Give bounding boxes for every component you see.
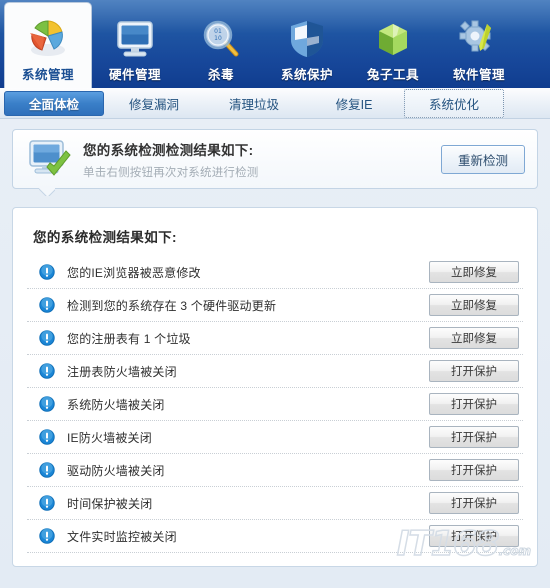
result-row-action-label: 打开保护 xyxy=(451,366,497,378)
result-row: 您的注册表有 1 个垃圾 立即修复 xyxy=(27,322,523,355)
result-row-action-button[interactable]: 立即修复 xyxy=(429,261,519,283)
alert-circle-icon xyxy=(39,330,55,346)
result-row-action-label: 立即修复 xyxy=(451,333,497,345)
alert-circle-icon xyxy=(39,396,55,412)
result-row-action-button[interactable]: 打开保护 xyxy=(429,525,519,547)
result-row-label: 系统防火墙被关闭 xyxy=(67,397,165,412)
status-panel: 您的系统检测检测结果如下: 单击右侧按钮再次对系统进行检测 重新检测 xyxy=(12,129,538,189)
result-row: 检测到您的系统存在 3 个硬件驱动更新 立即修复 xyxy=(27,289,523,322)
alert-circle-icon xyxy=(39,264,55,280)
result-row-action-button[interactable]: 打开保护 xyxy=(429,459,519,481)
tab-label: 系统优化 xyxy=(428,97,479,112)
magnifier-virus-icon: 01 10 xyxy=(194,14,248,60)
alert-circle-icon xyxy=(39,429,55,445)
result-row-label: IE防火墙被关闭 xyxy=(67,430,152,445)
toolbar-item-hardware-management[interactable]: 硬件管理 xyxy=(92,2,178,88)
pie-chart-icon xyxy=(21,14,75,60)
svg-text:10: 10 xyxy=(214,35,222,42)
result-row: IE防火墙被关闭 打开保护 xyxy=(27,421,523,454)
result-row-action-button[interactable]: 立即修复 xyxy=(429,294,519,316)
status-text-block: 您的系统检测检测结果如下: 单击右侧按钮再次对系统进行检测 xyxy=(73,139,441,180)
gear-wrench-icon xyxy=(452,14,506,60)
tab-label: 修复IE xyxy=(335,97,373,112)
toolbar-item-label: 杀毒 xyxy=(207,68,234,82)
toolbar-item-label: 软件管理 xyxy=(452,68,505,82)
status-subtitle: 单击右侧按钮再次对系统进行检测 xyxy=(83,166,259,179)
toolbar-item-system-protection[interactable]: 系统保护 xyxy=(264,2,350,88)
monitor-icon xyxy=(108,14,162,60)
result-row: 系统防火墙被关闭 打开保护 xyxy=(27,388,523,421)
main-toolbar: 系统管理 硬件管理 01 10 杀毒 系统保护 兔子工具 软件管理 xyxy=(0,0,550,88)
alert-circle-icon xyxy=(39,462,55,478)
result-row-action-label: 打开保护 xyxy=(451,432,497,444)
result-row-label: 时间保护被关闭 xyxy=(67,496,153,511)
callout-notch xyxy=(39,187,55,196)
toolbar-item-label: 系统管理 xyxy=(21,68,74,82)
toolbar-item-system-management[interactable]: 系统管理 xyxy=(4,2,92,88)
result-row: 您的IE浏览器被恶意修改 立即修复 xyxy=(27,256,523,289)
alert-circle-icon xyxy=(39,297,55,313)
tab-label: 全面体检 xyxy=(28,97,79,112)
result-row-action-button[interactable]: 打开保护 xyxy=(429,426,519,448)
result-row-action-label: 立即修复 xyxy=(451,300,497,312)
alert-circle-icon xyxy=(39,495,55,511)
tab-label: 清理垃圾 xyxy=(228,97,279,112)
tab-clean-junk[interactable]: 清理垃圾 xyxy=(204,91,304,116)
green-box-icon xyxy=(366,14,420,60)
shield-icon xyxy=(280,14,334,60)
result-row-label: 您的IE浏览器被恶意修改 xyxy=(67,265,201,280)
toolbar-item-label: 兔子工具 xyxy=(366,68,419,82)
toolbar-item-rabbit-tools[interactable]: 兔子工具 xyxy=(350,2,436,88)
toolbar-item-software-management[interactable]: 软件管理 xyxy=(436,2,522,88)
result-row: 驱动防火墙被关闭 打开保护 xyxy=(27,454,523,487)
result-row-label: 驱动防火墙被关闭 xyxy=(67,463,165,478)
result-row-label: 您的注册表有 1 个垃圾 xyxy=(67,331,191,346)
tab-label: 修复漏洞 xyxy=(128,97,179,112)
rescan-button-label: 重新检测 xyxy=(457,153,508,168)
tab-fix-ie[interactable]: 修复IE xyxy=(304,91,404,116)
tab-strip: 全面体检 修复漏洞 清理垃圾 修复IE 系统优化 xyxy=(0,88,550,119)
result-row-action-button[interactable]: 打开保护 xyxy=(429,393,519,415)
results-heading: 您的系统检测结果如下: xyxy=(33,230,177,245)
result-row-label: 文件实时监控被关闭 xyxy=(67,529,177,544)
result-row-action-label: 立即修复 xyxy=(451,267,497,279)
tab-fix-vulnerabilities[interactable]: 修复漏洞 xyxy=(104,91,204,116)
result-row-action-label: 打开保护 xyxy=(451,399,497,411)
monitor-check-icon xyxy=(27,138,73,180)
result-row: 注册表防火墙被关闭 打开保护 xyxy=(27,355,523,388)
alert-circle-icon xyxy=(39,363,55,379)
result-row-action-button[interactable]: 立即修复 xyxy=(429,327,519,349)
alert-circle-icon xyxy=(39,528,55,544)
tab-full-checkup[interactable]: 全面体检 xyxy=(4,90,104,116)
status-title: 您的系统检测检测结果如下: xyxy=(83,142,254,158)
result-row-label: 检测到您的系统存在 3 个硬件驱动更新 xyxy=(67,298,277,313)
svg-text:01: 01 xyxy=(214,28,222,35)
result-row-action-button[interactable]: 打开保护 xyxy=(429,492,519,514)
result-row-action-button[interactable]: 打开保护 xyxy=(429,360,519,382)
app-window: 系统管理 硬件管理 01 10 杀毒 系统保护 兔子工具 软件管理 全面体检 修… xyxy=(0,0,550,588)
rescan-button[interactable]: 重新检测 xyxy=(441,144,525,174)
result-row-action-label: 打开保护 xyxy=(451,498,497,510)
result-row: 文件实时监控被关闭 打开保护 xyxy=(27,520,523,553)
result-row-action-label: 打开保护 xyxy=(451,465,497,477)
tab-system-optimization[interactable]: 系统优化 xyxy=(404,88,504,118)
content-area: 您的系统检测检测结果如下: 单击右侧按钮再次对系统进行检测 重新检测 您的系统检… xyxy=(0,119,550,567)
result-row: 时间保护被关闭 打开保护 xyxy=(27,487,523,520)
toolbar-item-label: 系统保护 xyxy=(280,68,333,82)
result-row-action-label: 打开保护 xyxy=(451,531,497,543)
result-row-label: 注册表防火墙被关闭 xyxy=(67,364,177,379)
toolbar-item-antivirus[interactable]: 01 10 杀毒 xyxy=(178,2,264,88)
results-card: 您的系统检测结果如下: 您的IE浏览器被恶意修改 立即修复 检测到您的系统存在 … xyxy=(12,207,538,567)
toolbar-item-label: 硬件管理 xyxy=(108,68,161,82)
